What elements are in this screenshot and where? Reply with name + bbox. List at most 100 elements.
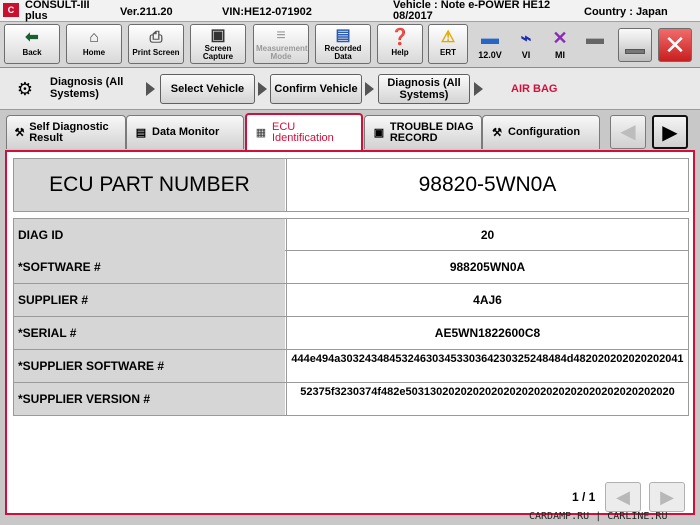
- configuration-icon: ⚒: [492, 126, 502, 139]
- screen-capture-label: Screen Capture: [202, 44, 234, 61]
- back-arrow-icon: ⬅: [25, 29, 39, 46]
- print-screen-button[interactable]: ⎙ Print Screen: [128, 24, 184, 64]
- row-key: *SOFTWARE #: [14, 251, 285, 283]
- app-name: CONSULT-III plus: [25, 0, 90, 22]
- row-value: AE5WN1822600C8: [286, 317, 688, 349]
- self-diagnostic-icon: ⚒: [14, 126, 25, 139]
- close-icon: ✕: [664, 30, 686, 60]
- breadcrumb-diagnosis-all-systems: Diagnosis (All Systems): [50, 76, 124, 100]
- row-value: 4AJ6: [286, 284, 688, 316]
- tab-trouble-diag-record[interactable]: ▣ TROUBLE DIAG RECORD: [364, 115, 482, 149]
- table-row: *SUPPLIER VERSION # 52375f3230374f482e50…: [13, 383, 689, 416]
- measurement-mode-label: Measurement Mode: [256, 44, 308, 61]
- mi-disconnected-icon: ✕: [552, 28, 568, 48]
- tab-self-diagnostic-result[interactable]: ⚒ Self Diagnostic Result: [6, 115, 126, 149]
- camera-icon: ▣: [210, 27, 226, 44]
- ecu-part-number-label: ECU PART NUMBER: [14, 159, 285, 211]
- table-row: *SERIAL # AE5WN1822600C8: [13, 317, 689, 350]
- chevron-left-icon: ◀: [620, 121, 636, 143]
- vi-connector-icon: ⌁: [520, 28, 532, 48]
- home-button[interactable]: ⌂ Home: [66, 24, 122, 64]
- vehicle-label: Vehicle : Note e-POWER HE12 08/2017: [393, 0, 551, 22]
- breadcrumb-arrow-icon: [365, 82, 374, 96]
- vi-label: VI: [521, 50, 531, 60]
- minimize-button[interactable]: [618, 28, 652, 62]
- tab-scroll-left-button[interactable]: ◀: [610, 115, 646, 149]
- help-icon: ❓: [390, 29, 410, 46]
- data-monitor-icon: ▤: [135, 126, 147, 139]
- version-label: Ver.211.20: [120, 6, 173, 18]
- back-button[interactable]: ⬅ Back: [4, 24, 60, 64]
- battery-voltage: 12.0V: [478, 50, 502, 60]
- tab-label: ECU Identification: [272, 121, 334, 144]
- table-row: *SUPPLIER SOFTWARE # 444e494a30324348453…: [13, 350, 689, 383]
- recorded-data-label: Recorded Data: [324, 44, 362, 61]
- warning-icon: ⚠: [440, 29, 456, 46]
- ert-label: ERT: [440, 48, 456, 57]
- battery-status: ▬ 12.0V: [475, 26, 505, 64]
- country-label: Country : Japan: [584, 6, 668, 18]
- tab-label: Configuration: [508, 126, 581, 138]
- close-button[interactable]: ✕: [658, 28, 692, 62]
- page-next-button[interactable]: ▶: [649, 482, 685, 512]
- ecu-identification-panel: ECU PART NUMBER 98820-5WN0A DIAG ID 20 *…: [5, 150, 695, 515]
- recorded-data-icon: ▤: [335, 27, 351, 44]
- chevron-left-icon: ◀: [616, 487, 630, 507]
- row-key: *SUPPLIER SOFTWARE #: [14, 350, 285, 382]
- recorded-data-button[interactable]: ▤ Recorded Data: [315, 24, 371, 64]
- ecu-part-number-value: 98820-5WN0A: [286, 159, 688, 211]
- diagnosis-icon: ⚙: [16, 79, 34, 99]
- page-indicator: 1 / 1: [572, 490, 596, 504]
- row-value: 20: [286, 219, 688, 251]
- table-row: DIAG ID 20: [13, 218, 689, 251]
- trouble-diag-icon: ▣: [373, 126, 385, 139]
- diagnosis-all-systems-button[interactable]: Diagnosis (All Systems): [378, 74, 470, 104]
- help-label: Help: [391, 48, 409, 57]
- tab-label: TROUBLE DIAG RECORD: [389, 120, 474, 144]
- help-button[interactable]: ❓ Help: [377, 24, 423, 64]
- home-label: Home: [82, 48, 106, 57]
- row-key: *SERIAL #: [14, 317, 285, 349]
- table-row: SUPPLIER # 4AJ6: [13, 284, 689, 317]
- home-icon: ⌂: [89, 29, 99, 46]
- measurement-icon: ≡: [276, 27, 286, 44]
- breadcrumb-arrow-icon: [474, 82, 483, 96]
- chevron-right-icon: ▶: [660, 487, 674, 507]
- row-value: 988205WN0A: [286, 251, 688, 283]
- tab-ecu-identification[interactable]: ▦ ECU Identification: [245, 113, 363, 151]
- row-value: 444e494a30324348453246303453303642303252…: [286, 350, 688, 382]
- row-key: DIAG ID: [14, 219, 285, 251]
- breadcrumb-arrow-icon: [258, 82, 267, 96]
- title-bar: C CONSULT-III plus Ver.211.20 VIN:HE12-0…: [0, 0, 700, 22]
- mi-status: ✕ MI: [545, 26, 575, 64]
- screen-capture-button[interactable]: ▣ Screen Capture: [190, 24, 246, 64]
- chevron-right-icon: ▶: [662, 122, 678, 144]
- print-screen-label: Print Screen: [132, 48, 180, 57]
- ert-button[interactable]: ⚠ ERT: [428, 24, 468, 64]
- tab-label: Data Monitor: [152, 126, 220, 138]
- tab-bar: ⚒ Self Diagnostic Result ▤ Data Monitor …: [0, 110, 700, 151]
- vin-label: VIN:HE12-071902: [222, 6, 312, 18]
- back-label: Back: [22, 48, 42, 57]
- table-row: *SOFTWARE # 988205WN0A: [13, 251, 689, 284]
- tab-configuration[interactable]: ⚒ Configuration: [482, 115, 600, 149]
- toolbar: ⬅ Back ⌂ Home ⎙ Print Screen ▣ Screen Ca…: [0, 22, 700, 68]
- row-key: SUPPLIER #: [14, 284, 285, 316]
- measurement-mode-button[interactable]: ≡ Measurement Mode: [253, 24, 309, 64]
- confirm-vehicle-button[interactable]: Confirm Vehicle: [270, 74, 362, 104]
- tab-data-monitor[interactable]: ▤ Data Monitor: [126, 115, 244, 149]
- breadcrumb: ⚙ Diagnosis (All Systems) Select Vehicle…: [0, 68, 700, 110]
- row-key: *SUPPLIER VERSION #: [14, 383, 285, 415]
- tab-scroll-right-button[interactable]: ▶: [652, 115, 688, 149]
- tab-label: Self Diagnostic Result: [29, 120, 109, 144]
- row-value: 52375f3230374f482e5031302020202020202020…: [286, 383, 688, 415]
- page-prev-button[interactable]: ◀: [605, 482, 641, 512]
- device-icon: ▬: [586, 28, 604, 48]
- ecu-part-number-row: ECU PART NUMBER 98820-5WN0A: [13, 158, 689, 212]
- ecu-identification-icon: ▦: [255, 127, 267, 139]
- select-vehicle-button[interactable]: Select Vehicle: [160, 74, 255, 104]
- vi-status: ⌁ VI: [511, 26, 541, 64]
- mi-label: MI: [555, 50, 565, 60]
- minimize-icon: [625, 49, 645, 54]
- consult-logo-icon: C: [3, 3, 19, 17]
